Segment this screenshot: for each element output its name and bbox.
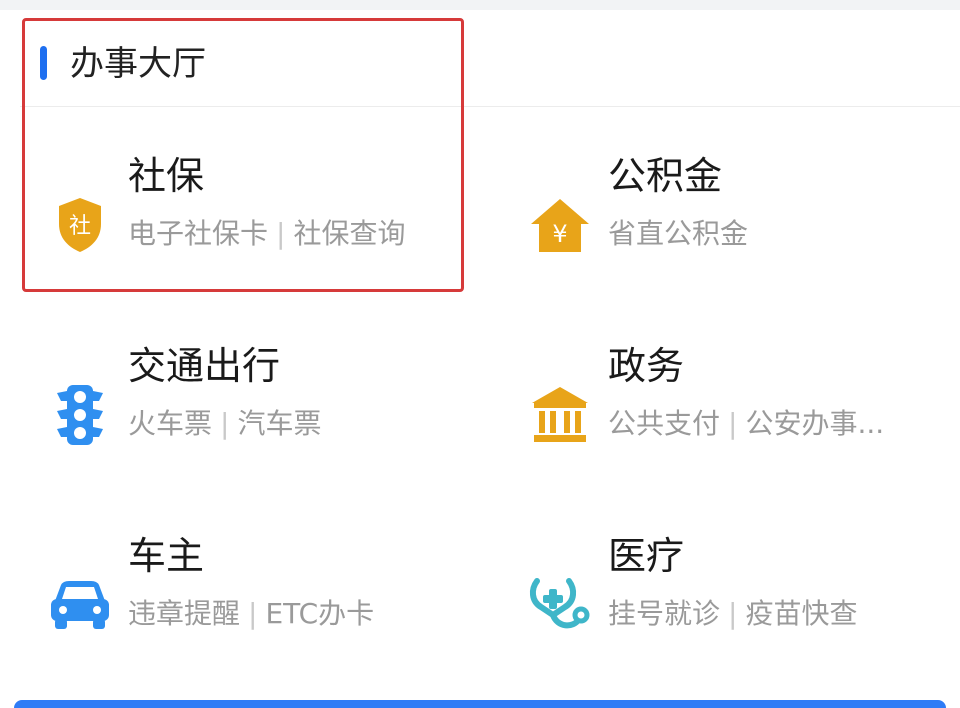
house-yuan-icon: ¥ (520, 150, 600, 300)
link-bus-ticket[interactable]: 汽车票 (237, 407, 321, 440)
header-divider (20, 106, 960, 107)
separator: | (728, 407, 738, 440)
house-icon-glyph: ¥ (552, 220, 567, 248)
tile-subtitle: 省直公积金 (608, 214, 748, 254)
shield-icon: 社 (40, 150, 120, 300)
link-public-payment[interactable]: 公共支付 (608, 407, 720, 440)
link-social-security-query[interactable]: 社保查询 (293, 217, 405, 250)
traffic-light-icon (40, 340, 120, 490)
separator: | (220, 407, 230, 440)
bottom-action-bar[interactable] (14, 700, 946, 708)
section-header: 办事大厅 (0, 10, 960, 106)
tile-transportation[interactable]: 交通出行 火车票 | 汽车票 (40, 340, 480, 490)
tile-subtitle: 挂号就诊 | 疫苗快查 (608, 594, 857, 634)
header-accent-bar (40, 46, 47, 80)
tile-social-security[interactable]: 社 社保 电子社保卡 | 社保查询 (40, 150, 480, 300)
tile-medical[interactable]: 医疗 挂号就诊 | 疫苗快查 (520, 530, 960, 680)
tile-title: 医疗 (608, 534, 685, 578)
stethoscope-icon (520, 530, 600, 680)
shield-icon-glyph: 社 (69, 214, 91, 239)
link-police-services[interactable]: 公安办事... (745, 407, 884, 440)
link-violation-reminder[interactable]: 违章提醒 (128, 597, 240, 630)
tile-title: 交通出行 (128, 344, 281, 388)
tile-subtitle: 火车票 | 汽车票 (128, 404, 321, 444)
tile-title: 政务 (608, 344, 685, 388)
tile-title: 社保 (128, 154, 205, 198)
government-building-icon (520, 340, 600, 490)
tile-subtitle: 电子社保卡 | 社保查询 (128, 214, 405, 254)
link-registration[interactable]: 挂号就诊 (608, 597, 720, 630)
tile-housing-fund[interactable]: ¥ 公积金 省直公积金 (520, 150, 960, 300)
separator: | (728, 597, 738, 630)
tile-subtitle: 公共支付 | 公安办事... (608, 404, 884, 444)
tile-government-affairs[interactable]: 政务 公共支付 | 公安办事... (520, 340, 960, 490)
top-strip (0, 0, 960, 10)
link-electronic-card[interactable]: 电子社保卡 (128, 217, 268, 250)
separator: | (248, 597, 258, 630)
tile-title: 车主 (128, 534, 205, 578)
tile-car-owner[interactable]: 车主 违章提醒 | ETC办卡 (40, 530, 480, 680)
tile-subtitle: 违章提醒 | ETC办卡 (128, 594, 374, 634)
link-vaccine-query[interactable]: 疫苗快查 (745, 597, 857, 630)
link-provincial-fund[interactable]: 省直公积金 (608, 217, 748, 250)
car-icon (40, 530, 120, 680)
tile-title: 公积金 (608, 154, 723, 198)
link-train-ticket[interactable]: 火车票 (128, 407, 212, 440)
link-etc-card[interactable]: ETC办卡 (265, 597, 374, 630)
separator: | (276, 217, 286, 250)
section-title: 办事大厅 (70, 44, 206, 84)
